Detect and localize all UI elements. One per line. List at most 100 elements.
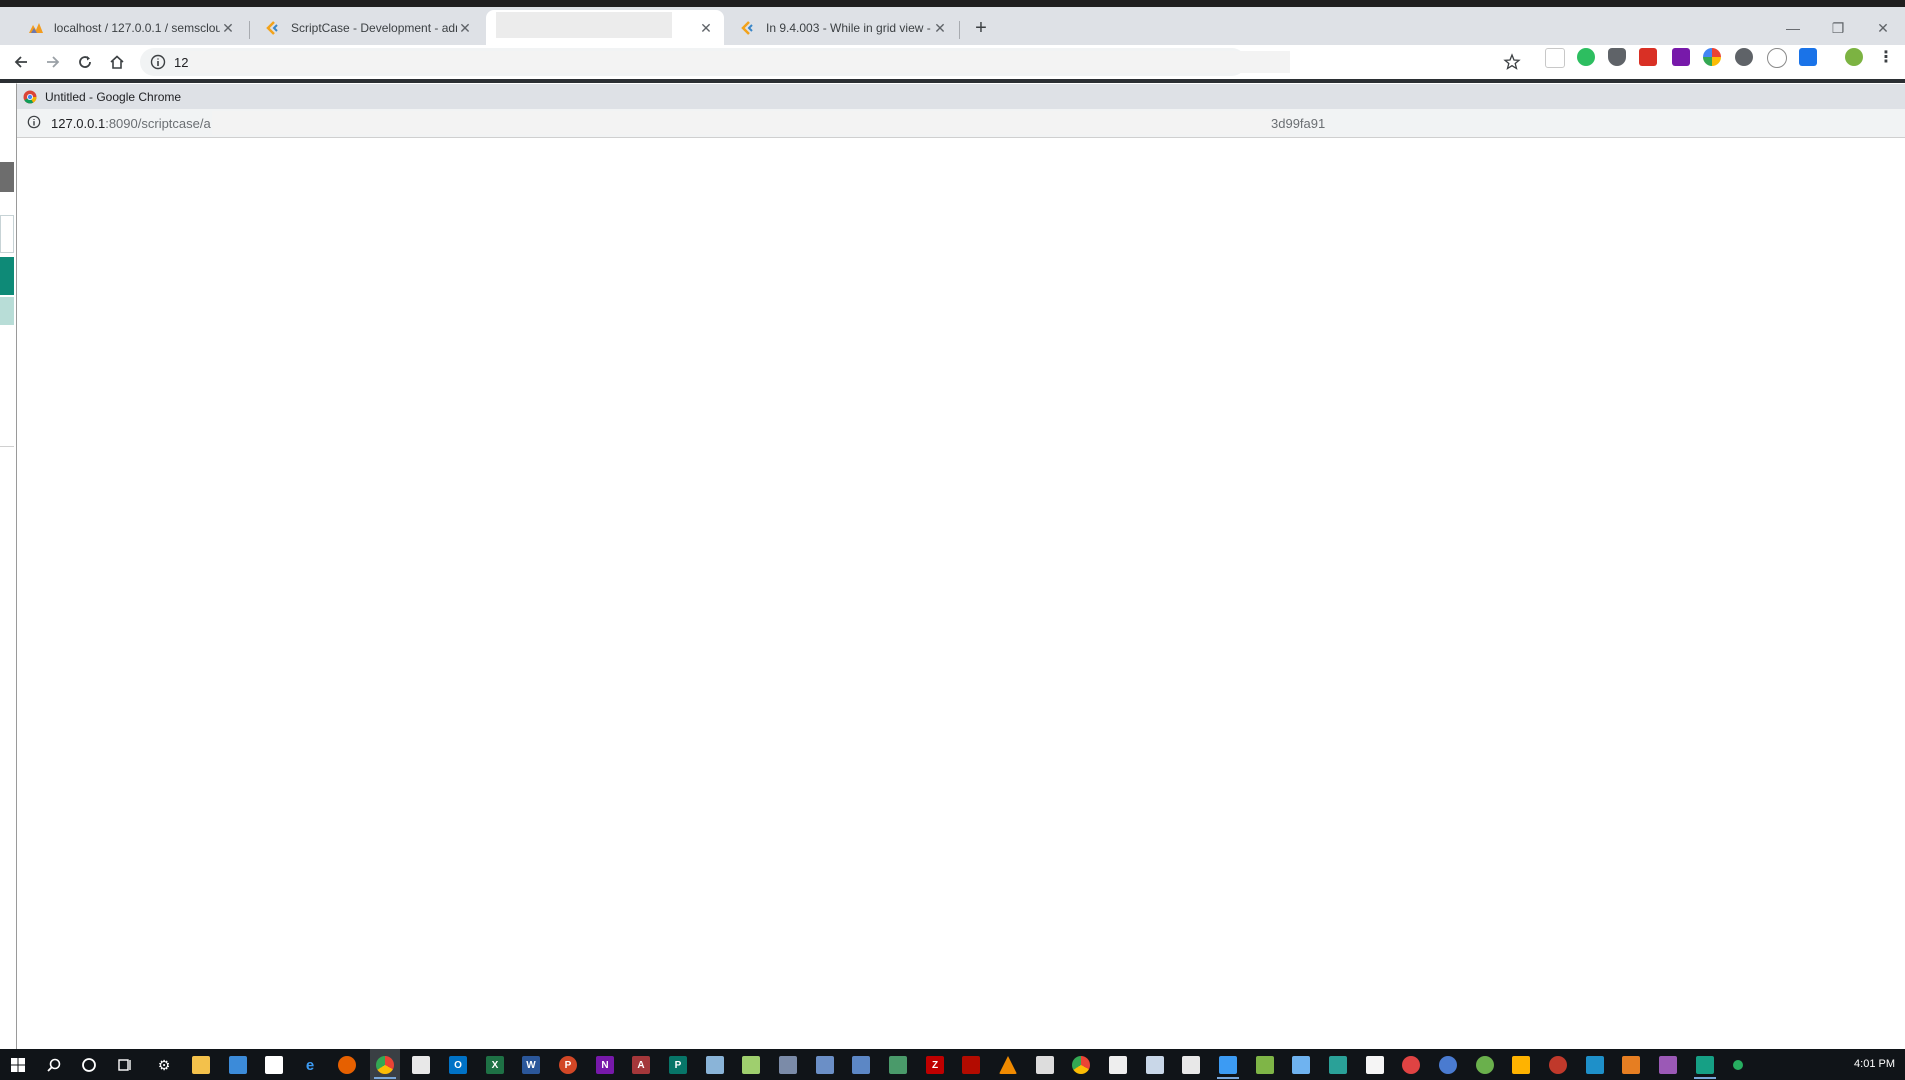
word-icon[interactable]: W	[522, 1056, 540, 1074]
app-icon[interactable]	[706, 1056, 724, 1074]
app-icon[interactable]	[889, 1056, 907, 1074]
popup-window: Untitled - Google Chrome 127.0.0.1:8090/…	[16, 84, 1905, 1050]
vlc-icon[interactable]	[999, 1056, 1017, 1074]
restore-button[interactable]: ❐	[1818, 16, 1858, 40]
popup-url-path: :8090/scriptcase/a	[105, 116, 211, 131]
home-button[interactable]	[105, 50, 129, 74]
task-view-icon[interactable]	[116, 1056, 134, 1074]
popup-address-bar[interactable]: 127.0.0.1:8090/scriptcase/a 3d99fa91	[17, 109, 1905, 138]
background-block	[0, 162, 14, 192]
app-icon[interactable]	[742, 1056, 760, 1074]
close-icon[interactable]: ✕	[457, 20, 473, 36]
app-icon[interactable]	[1696, 1056, 1714, 1074]
app-icon[interactable]	[1549, 1056, 1567, 1074]
app-icon[interactable]	[1182, 1056, 1200, 1074]
edge-icon[interactable]: e	[301, 1056, 319, 1074]
windows-start-icon[interactable]	[9, 1056, 27, 1074]
app-icon[interactable]	[1512, 1056, 1530, 1074]
access-icon[interactable]: A	[632, 1056, 650, 1074]
globe-icon[interactable]	[1735, 48, 1753, 66]
tab-phpmyadmin[interactable]: localhost / 127.0.0.1 / semscloud ✕	[14, 10, 246, 45]
file-explorer-icon[interactable]	[192, 1056, 210, 1074]
app-icon[interactable]	[1733, 1060, 1743, 1070]
color-picker-icon[interactable]	[1703, 48, 1721, 66]
store-icon[interactable]	[265, 1056, 283, 1074]
app-icon[interactable]	[1586, 1056, 1604, 1074]
powerpoint-icon[interactable]: P	[559, 1056, 577, 1074]
acrobat-icon[interactable]	[962, 1056, 980, 1074]
chrome-icon	[23, 90, 37, 103]
home-icon	[110, 55, 124, 69]
extension-s-icon[interactable]	[1799, 48, 1817, 66]
app-icon[interactable]	[1476, 1056, 1494, 1074]
popup-url-host: 127.0.0.1	[51, 116, 106, 131]
profile-avatar-icon[interactable]	[1845, 48, 1863, 66]
mail-icon[interactable]	[412, 1056, 430, 1074]
phpmyadmin-icon	[28, 20, 44, 36]
app-icon[interactable]	[1036, 1056, 1054, 1074]
app-icon[interactable]	[1402, 1056, 1420, 1074]
shield-icon[interactable]	[1608, 48, 1626, 66]
publisher-icon[interactable]: P	[669, 1056, 687, 1074]
reload-icon	[79, 56, 91, 68]
tab-separator	[249, 21, 250, 39]
app-icon[interactable]	[1366, 1056, 1384, 1074]
calculator-icon[interactable]	[1109, 1056, 1127, 1074]
excel-icon[interactable]: X	[486, 1056, 504, 1074]
close-icon[interactable]: ✕	[698, 20, 714, 36]
popup-url: 127.0.0.1:8090/scriptcase/a	[51, 116, 211, 131]
minimize-button[interactable]: —	[1773, 16, 1813, 40]
extension-badge-icon[interactable]	[1639, 48, 1657, 66]
firefox-icon[interactable]	[338, 1056, 356, 1074]
tab-strip: localhost / 127.0.0.1 / semscloud ✕ Scri…	[0, 7, 1905, 45]
background-block	[0, 257, 14, 295]
filezilla-icon[interactable]: Z	[926, 1056, 944, 1074]
app-icon[interactable]	[229, 1056, 247, 1074]
new-tab-button[interactable]: +	[970, 17, 992, 39]
forward-arrow-icon	[47, 56, 60, 68]
tab-separator	[959, 21, 960, 39]
running-indicator	[374, 1077, 396, 1079]
address-text: 12	[174, 55, 189, 70]
evernote-icon[interactable]	[1577, 48, 1595, 66]
running-indicator	[1694, 1077, 1716, 1079]
address-bar[interactable]: 12	[140, 48, 1290, 76]
close-icon[interactable]: ✕	[220, 20, 236, 36]
app-icon[interactable]	[1146, 1056, 1164, 1074]
close-window-button[interactable]: ✕	[1863, 16, 1903, 40]
app-icon[interactable]	[1219, 1056, 1237, 1074]
outlook-icon[interactable]: O	[449, 1056, 467, 1074]
kebab-menu-icon[interactable]: ⋮	[1877, 48, 1895, 66]
close-icon[interactable]: ✕	[932, 20, 948, 36]
bookmark-star-button[interactable]	[1503, 53, 1521, 71]
forward-button[interactable]	[41, 50, 65, 74]
search-icon[interactable]	[45, 1056, 63, 1074]
popup-title-bar: Untitled - Google Chrome	[17, 84, 1905, 109]
app-icon[interactable]	[816, 1056, 834, 1074]
tab-title: ScriptCase - Development - admin	[291, 20, 457, 35]
app-icon[interactable]	[1329, 1056, 1347, 1074]
background-page-edge	[0, 83, 17, 1049]
app-icon[interactable]	[852, 1056, 870, 1074]
chrome-icon[interactable]	[376, 1056, 394, 1074]
onenote-icon[interactable]: N	[596, 1056, 614, 1074]
onenote-icon[interactable]	[1672, 48, 1690, 66]
settings-gear-icon[interactable]: ⚙	[155, 1056, 173, 1074]
scriptcase-icon	[740, 20, 756, 36]
clock-icon[interactable]	[1767, 48, 1787, 68]
app-icon[interactable]	[1292, 1056, 1310, 1074]
reload-button[interactable]	[73, 50, 97, 74]
background-block	[0, 326, 14, 447]
tab-scriptcase-development[interactable]: ScriptCase - Development - admin ✕	[251, 10, 483, 45]
app-icon[interactable]	[1622, 1056, 1640, 1074]
chrome-icon[interactable]	[1072, 1056, 1090, 1074]
extension-blank-icon[interactable]	[1545, 48, 1565, 68]
cortana-icon[interactable]	[80, 1056, 98, 1074]
app-icon[interactable]	[1256, 1056, 1274, 1074]
app-icon[interactable]	[779, 1056, 797, 1074]
app-icon[interactable]	[1659, 1056, 1677, 1074]
back-button[interactable]	[9, 50, 33, 74]
tab-grid-view-issue[interactable]: In 9.4.003 - While in grid view - S ✕	[726, 10, 958, 45]
background-block	[0, 215, 14, 253]
app-icon[interactable]	[1439, 1056, 1457, 1074]
